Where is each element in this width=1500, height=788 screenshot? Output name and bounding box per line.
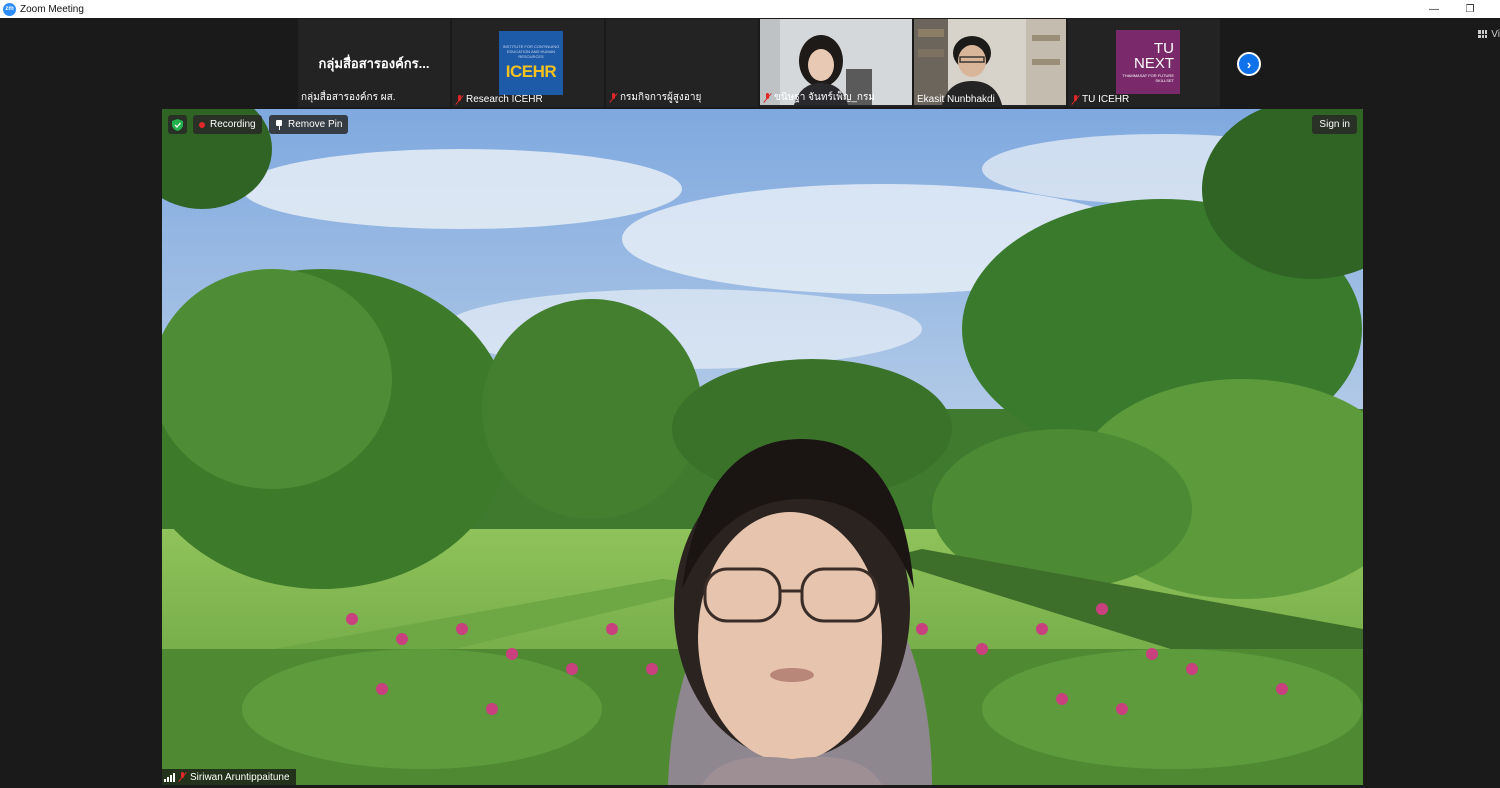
participant-name-label: Research ICEHR [455,94,543,105]
encryption-shield-icon[interactable] [168,115,187,134]
mic-muted-icon [455,94,464,105]
icehr-logo-small-text: INSTITUTE FOR CONTINUING EDUCATION AND H… [502,44,560,59]
pin-icon [275,119,283,130]
participant-name-label: ขนิษฐา จันทร์เพ็ญ_กรม [763,90,875,105]
tu-next-logo: TU NEXT THAMMASAT FOR FUTURE SKILLSET [1116,30,1180,94]
recording-indicator[interactable]: Recording [193,115,262,134]
participant-name: Ekasit Nunbhakdi [917,94,995,105]
meeting-stage: Vi กลุ่มสื่อสารองค์กร... กลุ่มสื่อสารองค… [0,18,1500,788]
mic-muted-icon [609,92,618,103]
window-title: Zoom Meeting [20,3,84,15]
participant-name-label: Ekasit Nunbhakdi [917,94,995,105]
connection-signal-icon [164,772,175,782]
active-speaker-name: Siriwan Aruntippaitune [190,771,290,783]
participant-strip: กลุ่มสื่อสารองค์กร... กลุ่มสื่อสารองค์กร… [298,19,1220,107]
mic-muted-icon [178,772,187,782]
active-speaker-name-label: Siriwan Aruntippaitune [162,769,296,785]
participant-tile-text: กลุ่มสื่อสารองค์กร... [318,56,430,71]
participant-name: TU ICEHR [1082,94,1130,105]
participant-name: กลุ่มสื่อสารองค์กร ผส. [301,92,396,103]
tu-next-logo-line1: TU [1154,39,1174,57]
participant-tile[interactable]: INSTITUTE FOR CONTINUING EDUCATION AND H… [452,19,604,107]
remove-pin-label: Remove Pin [288,119,343,130]
window-titlebar: zm Zoom Meeting — ❐ [0,0,1500,18]
strip-next-page-button[interactable]: › [1237,52,1261,76]
icehr-logo-main-text: ICEHR [505,62,557,81]
minimize-button[interactable]: — [1416,0,1452,18]
participant-tile[interactable]: กลุ่มสื่อสารองค์กร... กลุ่มสื่อสารองค์กร… [298,19,450,107]
participant-tile[interactable]: Ekasit Nunbhakdi [914,19,1066,107]
participant-name-label: กรมกิจการผู้สูงอายุ [609,90,701,105]
view-button-label: Vi [1491,28,1500,40]
participant-name: Research ICEHR [466,94,543,105]
tu-next-logo-line3: THAMMASAT FOR FUTURE SKILLSET [1122,72,1174,83]
participant-name-label: TU ICEHR [1071,94,1129,105]
sign-in-button[interactable]: Sign in [1312,115,1357,134]
participant-name: ขนิษฐา จันทร์เพ็ญ_กรม [774,92,875,103]
participant-name: กรมกิจการผู้สูงอายุ [620,92,702,103]
mic-muted-icon [1071,94,1080,105]
mic-muted-icon [763,92,772,103]
view-button[interactable]: Vi [1474,26,1500,42]
participant-tile[interactable]: ขนิษฐา จันทร์เพ็ญ_กรม [760,19,912,107]
recording-label: Recording [210,119,256,130]
grid-view-icon [1478,30,1488,38]
participant-tile[interactable]: TU NEXT THAMMASAT FOR FUTURE SKILLSET TU… [1068,19,1220,107]
participant-tile[interactable]: กรมกิจการผู้สูงอายุ [606,19,758,107]
recording-dot-icon [199,121,205,128]
participant-video [914,19,1066,105]
active-speaker-video: Recording Remove Pin Sign in Siriwan Aru… [162,109,1363,785]
tu-next-logo-line2: NEXT [1133,54,1174,72]
garden-background-scene [162,109,1363,785]
icehr-logo: INSTITUTE FOR CONTINUING EDUCATION AND H… [499,31,563,95]
participant-name-label: กลุ่มสื่อสารองค์กร ผส. [301,90,396,105]
zoom-app-icon: zm [3,2,16,16]
shield-icon [172,118,183,131]
restore-button[interactable]: ❐ [1452,0,1488,18]
remove-pin-button[interactable]: Remove Pin [269,115,349,134]
